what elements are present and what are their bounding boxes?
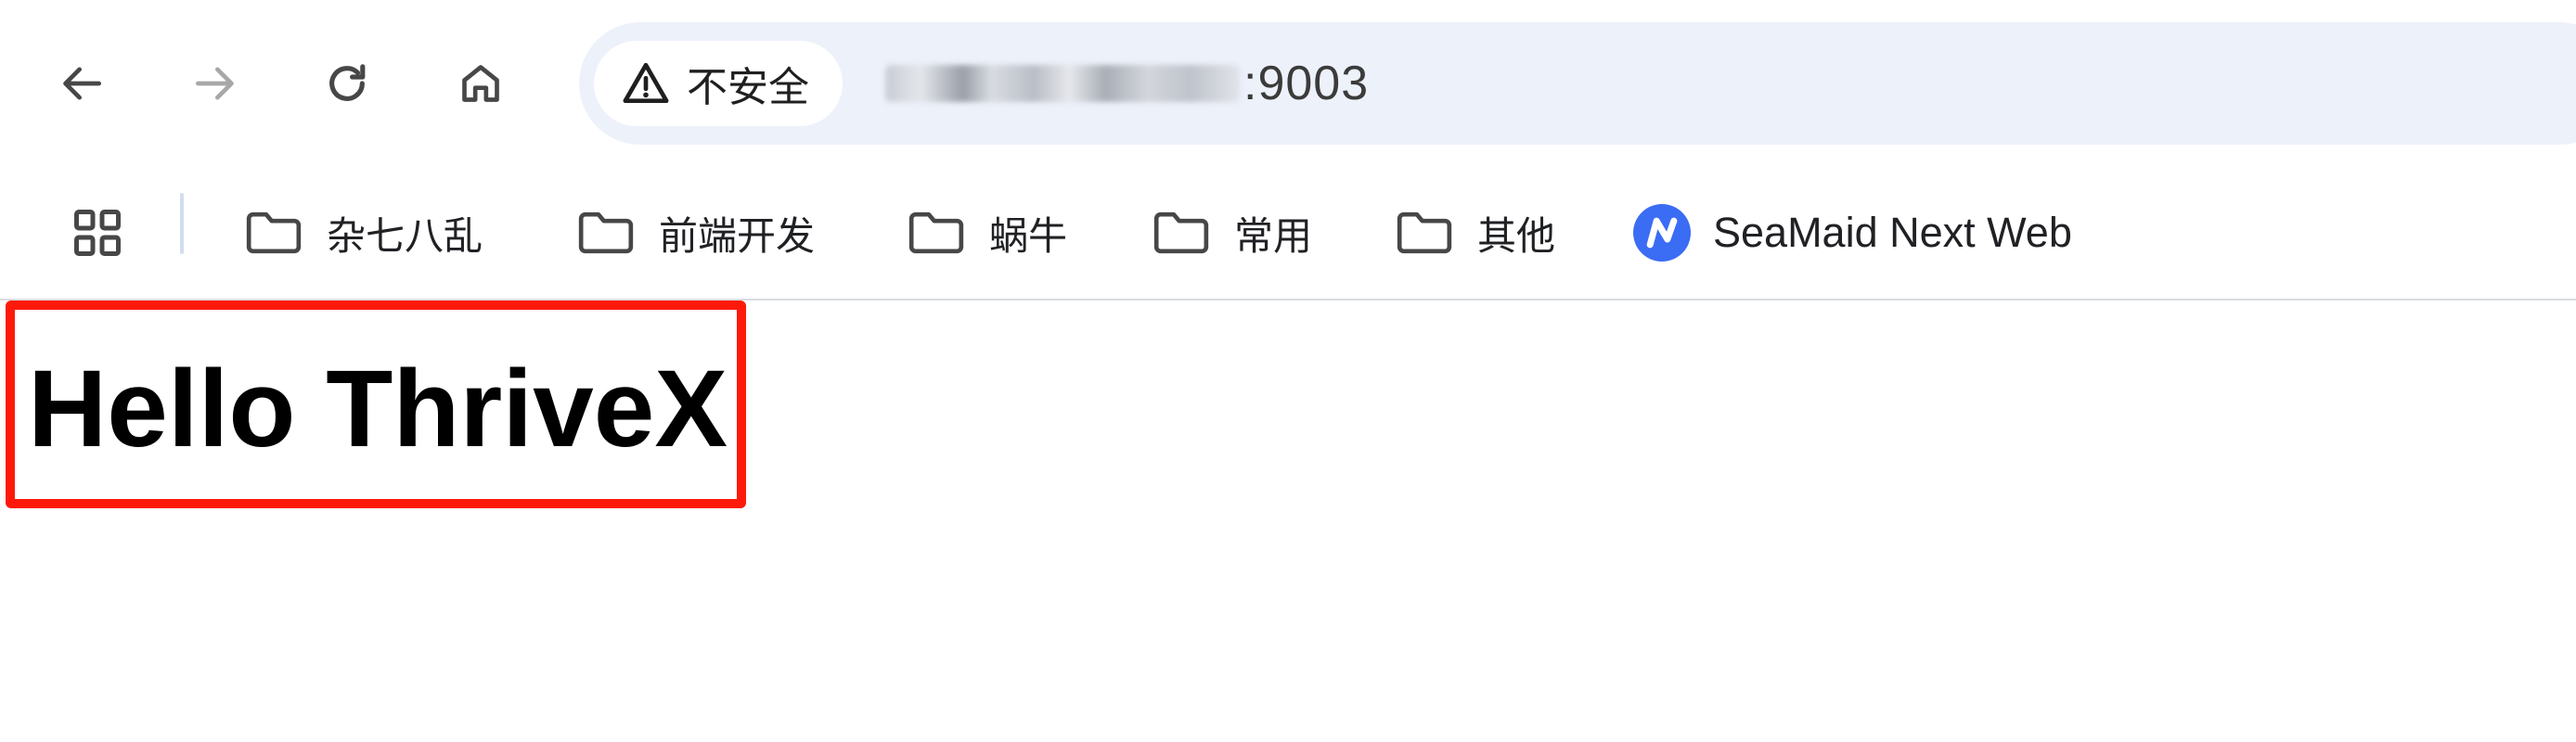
seamaid-logo-icon: [1633, 204, 1691, 262]
bookmark-folder[interactable]: 常用: [1151, 189, 1312, 276]
home-icon: [462, 65, 499, 102]
browser-toolbar: 不安全 :9003: [0, 0, 2576, 167]
bookmark-label: 其他: [1477, 212, 1556, 259]
bookmark-folder[interactable]: 前端开发: [575, 189, 815, 276]
folder-icon: [1153, 211, 1209, 254]
arrow-left-icon: [63, 67, 101, 100]
bookmark-label: SeaMaid Next Web: [1713, 209, 2072, 256]
folder-icon: [1397, 211, 1452, 254]
redacted-host: [885, 65, 1240, 102]
bookmark-folder[interactable]: 其他: [1394, 189, 1555, 276]
bookmark-label: 杂七八乱: [327, 212, 483, 259]
site-security-chip[interactable]: 不安全: [594, 41, 843, 126]
apps-grid-icon: [74, 210, 121, 256]
page-content: Hello ThriveX: [0, 301, 2576, 742]
arrow-right-icon: [196, 67, 234, 100]
folder-icon: [908, 211, 964, 254]
bookmark-folder[interactable]: 杂七八乱: [243, 189, 483, 276]
bookmark-label: 常用: [1234, 212, 1313, 259]
reload-icon: [329, 64, 366, 101]
security-label: 不安全: [687, 64, 809, 111]
bookmark-folder[interactable]: 蜗牛: [906, 189, 1067, 276]
warning-triangle-icon: [623, 62, 669, 103]
back-button[interactable]: [43, 45, 121, 122]
folder-icon: [246, 211, 302, 254]
home-button[interactable]: [442, 45, 520, 122]
reload-button[interactable]: [308, 45, 386, 122]
url-display[interactable]: :9003: [885, 22, 1369, 145]
bookmark-label: 前端开发: [659, 212, 816, 259]
bookmark-label: 蜗牛: [989, 212, 1068, 259]
address-bar[interactable]: 不安全 :9003: [579, 22, 2576, 145]
apps-button[interactable]: [61, 197, 134, 269]
bookmarks-bar: 杂七八乱 前端开发 蜗牛 常用 其他 SeaMaid Next Web: [0, 167, 2576, 301]
bookmark-seamaid[interactable]: SeaMaid Next Web: [1633, 189, 2072, 276]
bookmarks-separator: [180, 193, 184, 254]
folder-icon: [578, 211, 634, 254]
url-port: :9003: [1243, 57, 1370, 110]
forward-button[interactable]: [176, 45, 254, 122]
page-heading: Hello ThriveX: [28, 348, 728, 470]
